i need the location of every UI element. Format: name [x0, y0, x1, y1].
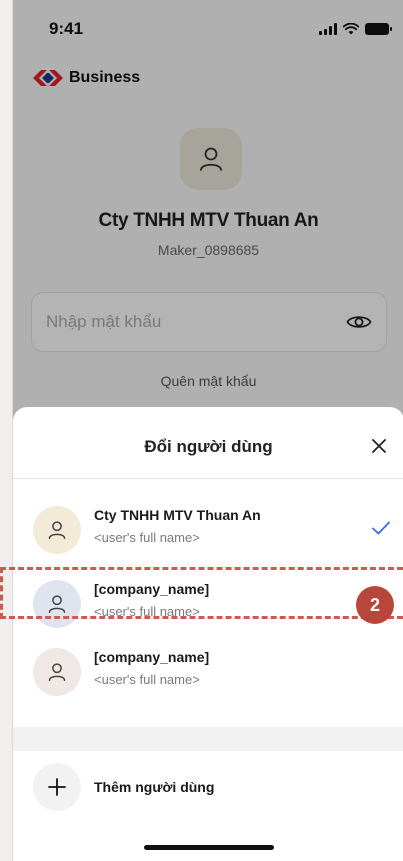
user-company: Cty TNHH MTV Thuan An: [94, 507, 261, 523]
user-company: [company_name]: [94, 649, 210, 665]
user-list-item[interactable]: [company_name] <user's full name>: [13, 573, 403, 635]
checkmark-icon: [372, 521, 390, 535]
avatar: [33, 580, 81, 628]
app-screen: 9:41 Business Cty TNHH MTV Thuan An Make…: [12, 0, 403, 861]
avatar: [33, 506, 81, 554]
plus-icon: [48, 778, 66, 796]
add-user-label: Thêm người dùng: [94, 779, 215, 795]
user-icon: [48, 521, 66, 539]
switch-user-sheet: Đổi người dùng Cty TNHH MTV Thuan An <us…: [13, 407, 403, 861]
user-full-name: <user's full name>: [94, 672, 200, 687]
user-icon: [48, 595, 66, 613]
user-list-item[interactable]: Cty TNHH MTV Thuan An <user's full name>: [13, 499, 403, 561]
section-divider: [13, 727, 403, 751]
user-text: [company_name] <user's full name>: [94, 581, 209, 619]
user-icon: [48, 663, 66, 681]
avatar: [33, 648, 81, 696]
close-icon: [372, 439, 386, 453]
user-text: Cty TNHH MTV Thuan An <user's full name>: [94, 507, 261, 545]
add-icon-circle: [33, 763, 81, 811]
user-full-name: <user's full name>: [94, 530, 200, 545]
user-company: [company_name]: [94, 581, 210, 597]
close-button[interactable]: [366, 433, 392, 459]
add-user-button[interactable]: Thêm người dùng: [13, 751, 403, 823]
divider: [13, 478, 403, 479]
step-badge: 2: [356, 586, 394, 624]
sheet-title: Đổi người dùng: [144, 437, 273, 456]
annotation-highlight-edge: [0, 567, 4, 619]
user-full-name: <user's full name>: [94, 604, 200, 619]
user-text: [company_name] <user's full name>: [94, 649, 209, 687]
home-indicator: [144, 845, 274, 850]
user-list-item[interactable]: [company_name] <user's full name>: [13, 641, 403, 703]
